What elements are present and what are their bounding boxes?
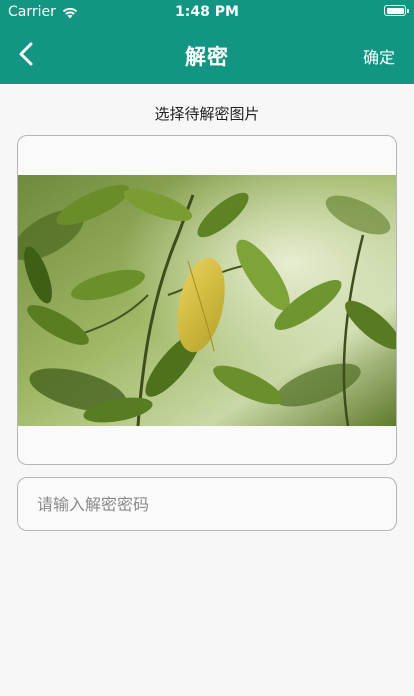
battery-icon xyxy=(384,5,409,16)
status-bar: Carrier 1:48 PM xyxy=(0,0,414,24)
selected-image xyxy=(18,175,396,426)
confirm-button[interactable]: 确定 xyxy=(363,44,395,68)
battery-level xyxy=(386,7,404,14)
status-time: 1:48 PM xyxy=(175,4,239,20)
image-picker[interactable] xyxy=(17,135,397,465)
image-section-label: 选择待解密图片 xyxy=(154,105,260,123)
page-title: 解密 xyxy=(185,45,229,69)
app-header: Carrier 1:48 PM 解密 确定 xyxy=(0,0,414,84)
navigation-bar: 解密 确定 xyxy=(0,24,414,84)
password-input[interactable] xyxy=(17,477,397,531)
